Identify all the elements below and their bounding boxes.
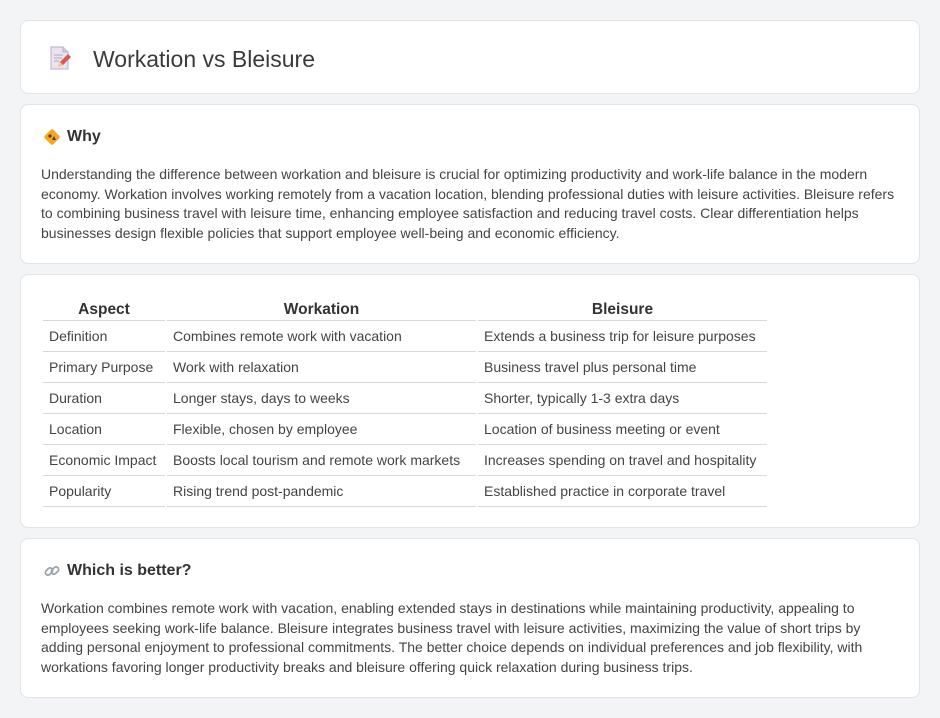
table-row: Economic Impact Boosts local tourism and…: [43, 445, 767, 476]
cell-aspect: Location: [43, 414, 165, 445]
cell-aspect: Primary Purpose: [43, 352, 165, 383]
why-heading: Why: [67, 128, 101, 145]
cell-workation: Boosts local tourism and remote work mar…: [167, 445, 476, 476]
cell-workation: Rising trend post-pandemic: [167, 476, 476, 507]
table-header-row: Aspect Workation Bleisure: [43, 295, 767, 321]
why-body: Understanding the difference between wor…: [41, 166, 895, 241]
link-icon: [43, 562, 61, 580]
header-bleisure: Bleisure: [478, 295, 767, 321]
cell-bleisure: Location of business meeting or event: [478, 414, 767, 445]
cell-aspect: Definition: [43, 321, 165, 352]
better-header: Which is better?: [43, 561, 191, 581]
table-row: Definition Combines remote work with vac…: [43, 321, 767, 352]
why-header: Why: [43, 127, 101, 147]
table-row: Location Flexible, chosen by employee Lo…: [43, 414, 767, 445]
table-row: Duration Longer stays, days to weeks Sho…: [43, 383, 767, 414]
header-workation: Workation: [167, 295, 476, 321]
cell-aspect: Economic Impact: [43, 445, 165, 476]
cell-workation: Longer stays, days to weeks: [167, 383, 476, 414]
cell-bleisure: Increases spending on travel and hospita…: [478, 445, 767, 476]
comparison-table: Aspect Workation Bleisure Definition Com…: [41, 295, 769, 507]
cell-workation: Work with relaxation: [167, 352, 476, 383]
comparison-section: Aspect Workation Bleisure Definition Com…: [20, 274, 920, 528]
page-title: Workation vs Bleisure: [93, 46, 315, 72]
better-body: Workation combines remote work with vaca…: [41, 600, 863, 675]
cell-workation: Flexible, chosen by employee: [167, 414, 476, 445]
cell-bleisure: Shorter, typically 1-3 extra days: [478, 383, 767, 414]
cell-workation: Combines remote work with vacation: [167, 321, 476, 352]
table-row: Popularity Rising trend post-pandemic Es…: [43, 476, 767, 507]
why-section: Why Understanding the difference between…: [20, 104, 920, 264]
better-heading: Which is better?: [67, 562, 192, 579]
cell-bleisure: Business travel plus personal time: [478, 352, 767, 383]
table-row: Primary Purpose Work with relaxation Bus…: [43, 352, 767, 383]
title-card: Workation vs Bleisure: [20, 20, 920, 94]
document-edit-icon: [47, 45, 73, 71]
cell-aspect: Duration: [43, 383, 165, 414]
which-is-better-section: Which is better? Workation combines remo…: [20, 538, 920, 698]
diamond-sign-icon: [43, 128, 61, 146]
cell-bleisure: Extends a business trip for leisure purp…: [478, 321, 767, 352]
header-aspect: Aspect: [43, 295, 165, 321]
cell-aspect: Popularity: [43, 476, 165, 507]
cell-bleisure: Established practice in corporate travel: [478, 476, 767, 507]
